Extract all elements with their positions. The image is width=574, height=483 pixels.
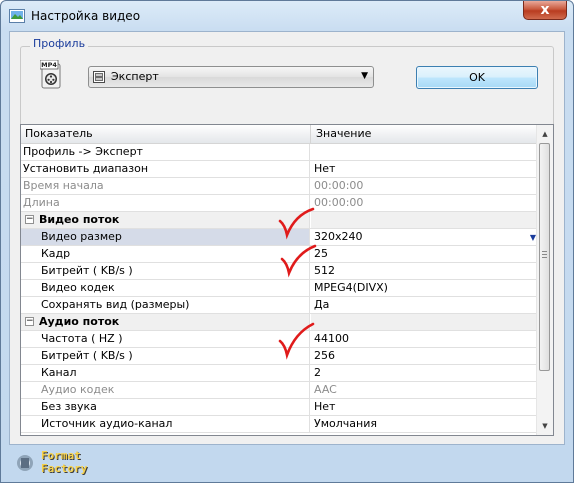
property-name: Время начала — [21, 178, 310, 194]
app-icon — [9, 9, 25, 23]
video-settings-window: Настройка видео x Профиль MP4 Эксперт ▼ — [0, 0, 574, 483]
property-name: Видео кодек — [21, 280, 310, 296]
property-value: 320x240 — [314, 230, 363, 243]
property-name: Канал — [21, 365, 310, 381]
red-checkmark-icon — [278, 322, 315, 360]
property-name: Установить диапазон — [21, 161, 310, 177]
header-value[interactable]: Значение — [316, 127, 371, 140]
property-value[interactable]: 25 — [311, 246, 540, 262]
table-row[interactable]: Видео кодек MPEG4(DIVX) — [21, 280, 540, 297]
property-value[interactable]: 44100 — [311, 331, 540, 347]
property-name: Сохранять вид (размеры) — [21, 297, 310, 313]
profile-select-value: Эксперт — [111, 70, 159, 83]
property-name: Длина — [21, 195, 310, 211]
property-value: 00:00:00 — [314, 196, 364, 209]
property-name: Битрейт ( KB/s ) — [21, 263, 310, 279]
property-name: Кадр — [21, 246, 310, 262]
grid-header: Показатель Значение — [21, 125, 540, 144]
scroll-up-icon[interactable]: ▲ — [538, 126, 552, 142]
profile-group — [20, 46, 554, 136]
ok-button[interactable]: OK — [416, 66, 538, 89]
table-row[interactable]: Без звука Нет — [21, 399, 540, 416]
property-value[interactable]: Умолчания — [311, 416, 540, 432]
film-icon — [93, 71, 105, 83]
property-value[interactable]: Да — [311, 297, 540, 313]
property-name: Профиль -> Эксперт — [21, 144, 310, 160]
property-grid: Показатель Значение Профиль -> Эксперт У… — [20, 124, 554, 436]
table-row[interactable]: Время начала 00:00:00 — [21, 178, 540, 195]
property-value[interactable]: 512 — [311, 263, 540, 279]
header-divider[interactable] — [310, 125, 311, 143]
table-row[interactable]: Канал 2 — [21, 365, 540, 382]
window-title: Настройка видео — [31, 9, 141, 23]
property-name: Аудио кодек — [21, 382, 310, 398]
logo-text-line2: Factory — [41, 462, 88, 475]
property-name: Видео размер — [21, 229, 310, 245]
property-value: AAC — [314, 383, 337, 396]
property-value[interactable] — [311, 144, 540, 160]
dialog-body: Профиль MP4 Эксперт ▼ OK Показатель Знач… — [9, 31, 565, 445]
red-checkmark-icon — [280, 244, 317, 278]
grid-rows: Профиль -> Эксперт Установить диапазон Н… — [21, 144, 540, 433]
table-row[interactable]: Установить диапазон Нет — [21, 161, 540, 178]
category-label: Видео поток — [39, 213, 120, 226]
table-row[interactable]: Источник аудио-канал Умолчания — [21, 416, 540, 433]
property-name: Частота ( HZ ) — [21, 331, 310, 347]
profile-group-label: Профиль — [30, 37, 89, 50]
mp4-icon-label: MP4 — [41, 61, 57, 69]
property-value[interactable]: MPEG4(DIVX) — [311, 280, 540, 296]
table-row[interactable]: Профиль -> Эксперт — [21, 144, 540, 161]
property-value: 00:00:00 — [314, 179, 364, 192]
table-row[interactable]: Сохранять вид (размеры) Да — [21, 297, 540, 314]
property-value[interactable]: Нет — [311, 161, 540, 177]
property-value[interactable]: Нет — [311, 399, 540, 415]
collapse-icon[interactable]: − — [25, 215, 34, 224]
chevron-down-icon: ▼ — [361, 71, 368, 81]
close-icon: x — [540, 2, 550, 18]
profile-select[interactable]: Эксперт ▼ — [88, 66, 374, 88]
scroll-thumb[interactable] — [539, 143, 550, 371]
collapse-icon[interactable]: − — [25, 317, 34, 326]
mp4-file-icon: MP4 — [40, 60, 61, 89]
property-value[interactable]: 256 — [311, 348, 540, 364]
table-row[interactable]: Аудио кодек AAC — [21, 382, 540, 399]
property-name: Битрейт ( KB/s ) — [21, 348, 310, 364]
property-name: Источник аудио-канал — [21, 416, 310, 432]
category-label: Аудио поток — [39, 315, 120, 328]
property-name: Без звука — [21, 399, 310, 415]
title-bar[interactable]: Настройка видео x — [1, 1, 573, 31]
vertical-scrollbar[interactable]: ▲ ▼ — [536, 125, 553, 435]
scroll-down-icon[interactable]: ▼ — [538, 418, 552, 434]
close-button[interactable]: x — [523, 1, 567, 20]
red-checkmark-icon — [278, 207, 315, 240]
property-value[interactable]: 2 — [311, 365, 540, 381]
header-param[interactable]: Показатель — [25, 127, 93, 140]
logo-text-line1: Format — [41, 449, 81, 462]
